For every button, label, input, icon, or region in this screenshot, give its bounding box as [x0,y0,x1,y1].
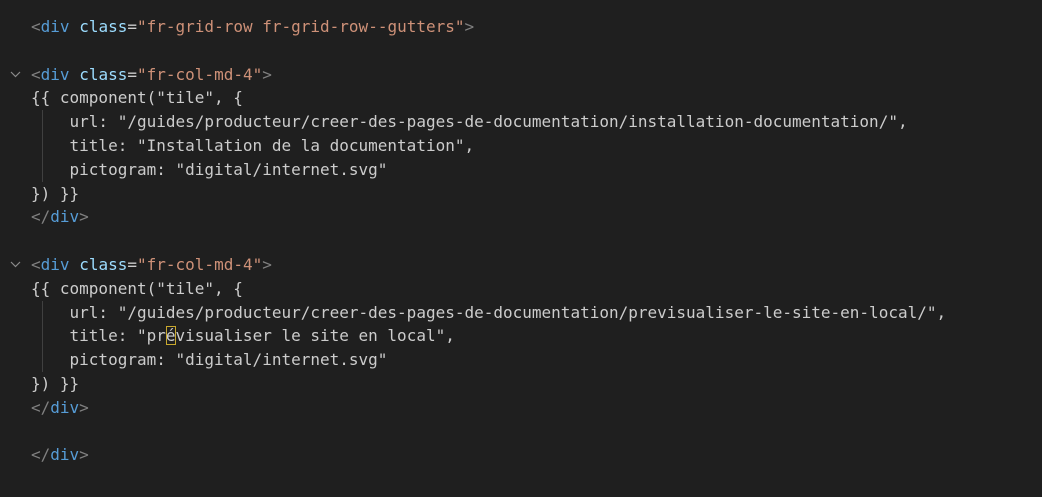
tag-open-bracket: </ [31,207,51,227]
code-line-6[interactable]: title: "Installation de la documentation… [0,133,1042,158]
tag-open-bracket: < [31,17,41,36]
code-line-3[interactable]: <div class="fr-col-md-4"> [0,63,1042,87]
code-line-17[interactable]: </div> [0,396,1042,420]
code-line-12[interactable]: {{ component("tile", { [0,277,1042,301]
attribute-value: "fr-col-md-4" [137,64,263,84]
tag-name: div [50,207,80,227]
code-line-13[interactable]: url: "/guides/producteur/creer-des-pages… [0,300,1042,325]
line-content: </div> [31,205,89,229]
line-content: url: "/guides/producteur/creer-des-pages… [31,302,947,322]
tag-open-bracket: </ [31,445,51,465]
code-line-14[interactable]: title: "prévisualiser le site en local", [0,324,1042,349]
tag-close-bracket: > [79,207,89,227]
tag-name: div [50,397,80,417]
attribute-name: class [79,17,128,36]
tag-name: div [40,254,70,274]
code-line-5[interactable]: url: "/guides/producteur/creer-des-pages… [0,110,1042,134]
attribute-value: "fr-col-md-4" [137,254,263,274]
tag-close-bracket: > [262,64,272,84]
text-after-cursor: visualiser le site en local", [175,326,455,346]
code-lines: <div class="fr-grid-row fr-grid-row--gut… [0,15,1042,467]
line-content: }) }} [31,373,80,393]
tag-name: div [40,17,70,36]
tag-name: div [40,64,70,84]
code-line-4[interactable]: {{ component("tile", { [0,86,1042,110]
line-content: <div class="fr-col-md-4"> [31,63,272,87]
line-content: <div class="fr-col-md-4"> [31,253,272,277]
attribute-name: class [79,254,128,274]
code-line-7[interactable]: pictogram: "digital/internet.svg" [0,157,1042,182]
line-content: <div class="fr-grid-row fr-grid-row--gut… [31,15,474,39]
code-line-8[interactable]: }) }} [0,182,1042,206]
equals-sign: = [127,64,137,84]
code-line-9[interactable]: </div> [0,205,1042,229]
code-line-1[interactable]: <div class="fr-grid-row fr-grid-row--gut… [0,15,1042,39]
tag-name: div [50,445,80,465]
tag-close-bracket: > [79,397,89,417]
tag-close-bracket: > [79,445,89,465]
line-content: }) }} [31,183,80,203]
code-line-18[interactable] [0,420,1042,444]
code-line-10[interactable] [0,229,1042,253]
tag-open-bracket: < [31,254,41,274]
line-content: title: "Installation de la documentation… [31,135,475,155]
code-line-15[interactable]: pictogram: "digital/internet.svg" [0,348,1042,372]
line-content: title: "prévisualiser le site en local", [31,324,455,348]
code-line-2[interactable] [0,39,1042,63]
tag-close-bracket: > [262,254,272,274]
text-before-cursor: title: "pr [31,326,166,346]
code-line-16[interactable]: }) }} [0,372,1042,396]
cursor-highlight[interactable]: é [165,326,176,346]
chevron-down-icon[interactable] [8,253,22,277]
tag-open-bracket: </ [31,397,51,417]
line-content: pictogram: "digital/internet.svg" [31,350,388,370]
attribute-value: "fr-grid-row fr-grid-row--gutters" [137,17,465,36]
attribute-name: class [79,64,128,84]
line-content: pictogram: "digital/internet.svg" [31,159,388,179]
code-editor[interactable]: <div class="fr-grid-row fr-grid-row--gut… [0,0,1042,497]
equals-sign: = [127,17,137,36]
code-line-19[interactable]: </div> [0,443,1042,467]
line-content: {{ component("tile", { [31,278,243,298]
line-content: </div> [31,396,89,420]
tag-close-bracket: > [464,17,475,36]
line-content: url: "/guides/producteur/creer-des-pages… [31,112,908,132]
equals-sign: = [127,254,137,274]
chevron-down-icon[interactable] [8,63,22,87]
code-line-11[interactable]: <div class="fr-col-md-4"> [0,253,1042,277]
line-content: </div> [31,443,89,467]
tag-open-bracket: < [31,64,41,84]
line-content: {{ component("tile", { [31,88,243,108]
